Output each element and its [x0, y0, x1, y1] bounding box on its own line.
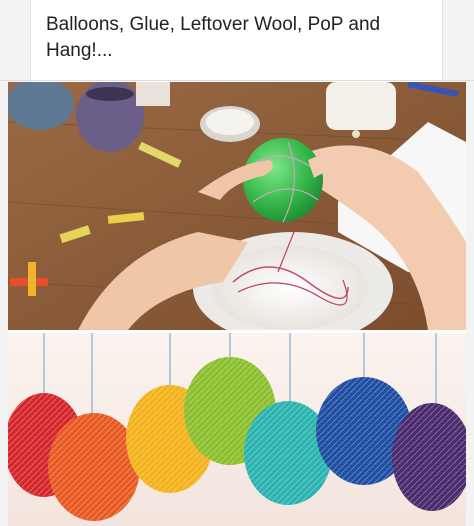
orange-yarn-ball: [48, 413, 140, 521]
pin-description: Balloons, Glue, Leftover Wool, PoP and H…: [46, 14, 381, 61]
divider: [0, 80, 474, 81]
craft-process-photo[interactable]: [8, 82, 466, 330]
green-balloon: [243, 138, 323, 222]
yarn-ball-lanterns-photo[interactable]: [8, 333, 466, 526]
glue-bottle: [326, 82, 396, 130]
